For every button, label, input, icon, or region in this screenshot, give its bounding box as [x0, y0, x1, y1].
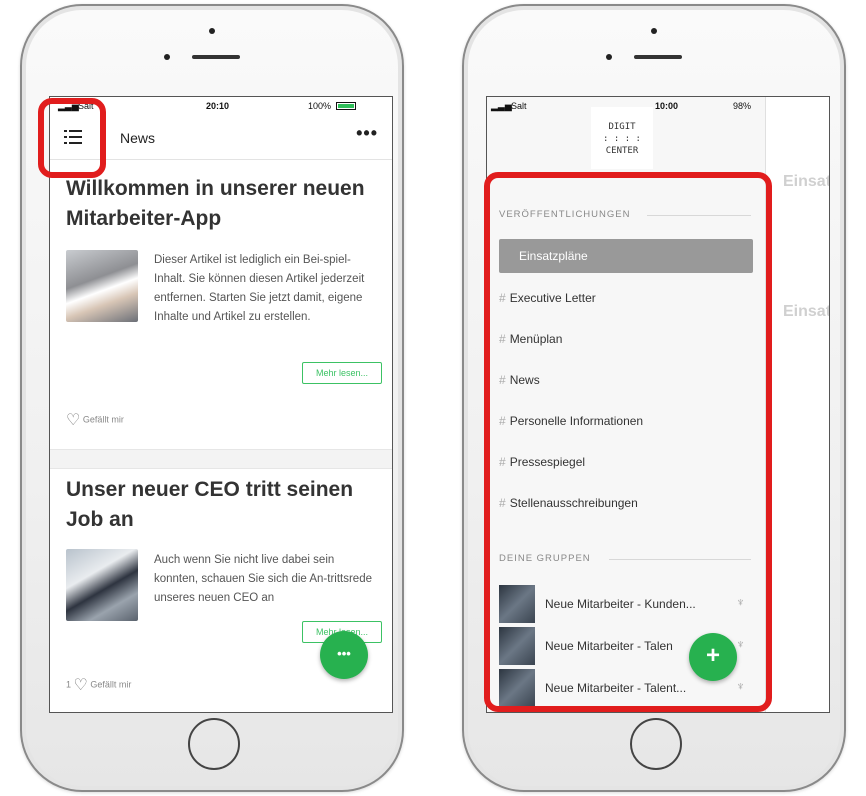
proximity-sensor	[606, 54, 612, 60]
phone-frame-right: Einsat Einsat ▂▃▅ Salt 10:00 98% DIGIT :…	[462, 4, 846, 792]
home-button[interactable]	[630, 718, 682, 770]
floating-action-button[interactable]: •••	[320, 631, 368, 679]
proximity-sensor	[164, 54, 170, 60]
speaker-grille	[192, 55, 240, 59]
carrier-label: Salt	[511, 101, 527, 111]
article-title[interactable]: Unser neuer CEO tritt seinen Job an	[66, 475, 376, 535]
article-excerpt: Dieser Artikel ist lediglich ein Bei-spi…	[154, 254, 365, 323]
read-more-button[interactable]: Mehr lesen...	[302, 362, 382, 384]
clock: 10:00	[655, 101, 679, 111]
front-camera	[651, 28, 657, 34]
front-camera	[209, 28, 215, 34]
home-button[interactable]	[188, 718, 240, 770]
speaker-grille	[634, 55, 682, 59]
like-button[interactable]: 1 ♡ Gefällt mir	[66, 675, 131, 695]
heart-icon: ♡	[66, 412, 81, 429]
article-excerpt: Auch wenn Sie nicht live dabei sein konn…	[154, 554, 372, 604]
article-title[interactable]: Willkommen in unserer neuen Mitarbeiter-…	[66, 160, 376, 234]
screen-news-feed: ▂▃▅ Salt 20:10 100% News ••• Willkommen …	[49, 96, 393, 713]
page-title: News	[120, 130, 156, 146]
heart-icon: ♡	[73, 677, 88, 694]
battery-icon	[336, 102, 356, 110]
highlight-box-drawer	[484, 172, 772, 712]
article-image	[66, 250, 138, 322]
like-count: 1	[66, 679, 72, 690]
highlight-box-menu	[38, 98, 106, 178]
background-article-title: Einsat	[783, 303, 830, 320]
clock: 20:10	[206, 101, 230, 111]
phone-frame-left: ▂▃▅ Salt 20:10 100% News ••• Willkommen …	[20, 4, 404, 792]
card-divider	[50, 449, 392, 469]
more-dots-icon[interactable]: •••	[356, 123, 378, 144]
like-button[interactable]: ♡ Gefällt mir	[66, 410, 124, 430]
article-card[interactable]: Willkommen in unserer neuen Mitarbeiter-…	[50, 160, 392, 450]
article-image	[66, 549, 138, 621]
like-label: Gefällt mir	[82, 414, 124, 425]
like-label: Gefällt mir	[90, 679, 132, 690]
battery-percent: 98%	[733, 101, 752, 111]
battery-percent: 100%	[308, 101, 332, 111]
company-logo: DIGIT : : : : CENTER	[591, 107, 653, 169]
background-article-title: Einsat	[783, 173, 830, 190]
signal-icon: ▂▃▅	[491, 101, 512, 111]
